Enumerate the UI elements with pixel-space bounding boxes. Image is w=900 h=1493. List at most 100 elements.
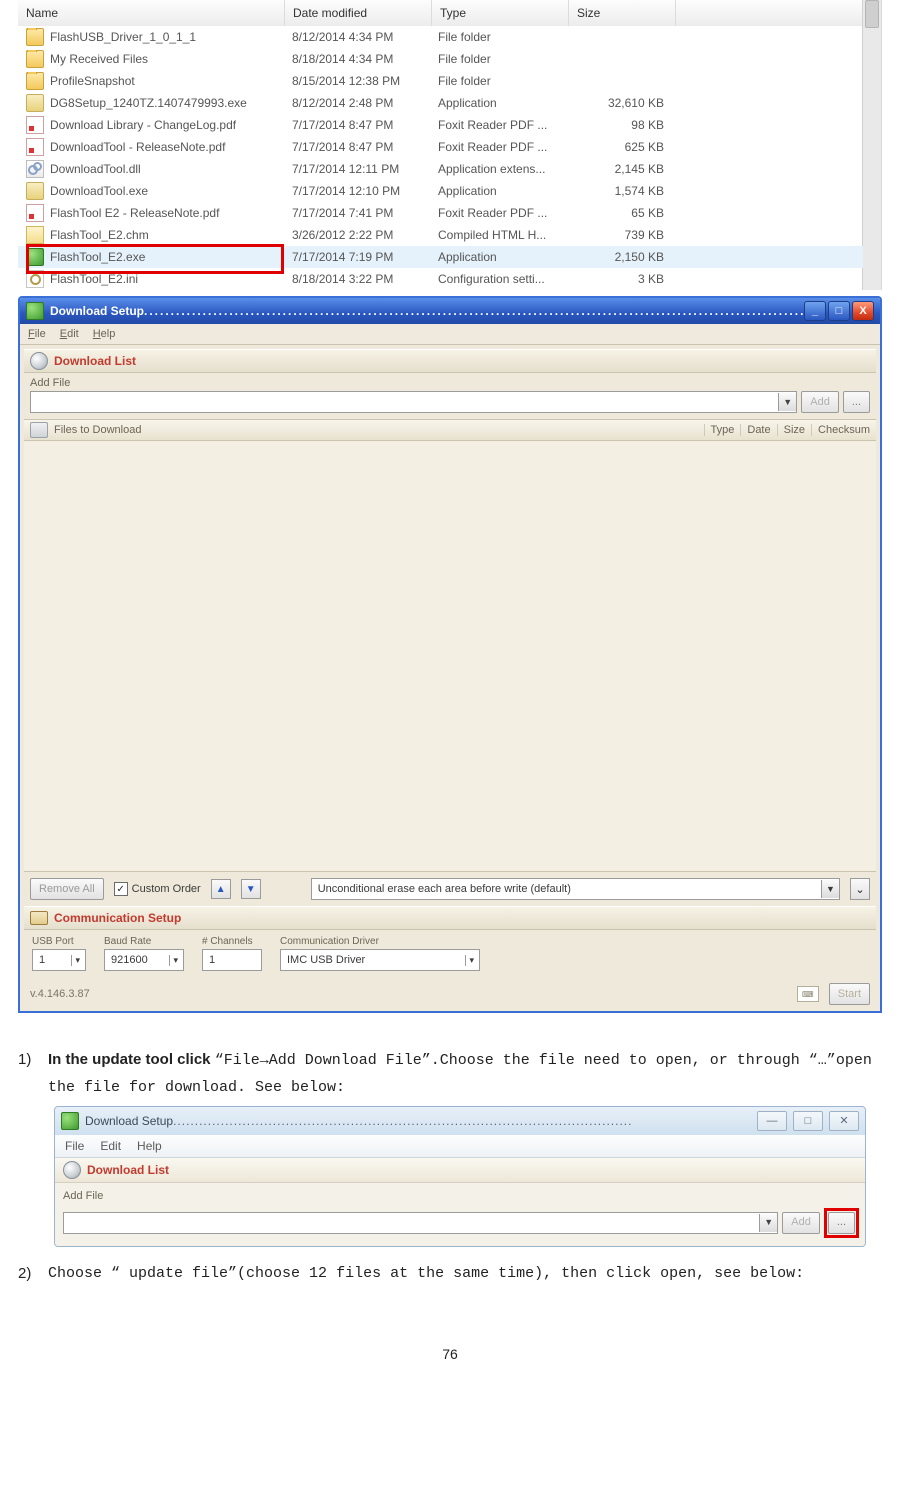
file-name: FlashTool E2 - ReleaseNote.pdf — [50, 206, 219, 220]
menu-file[interactable]: File — [65, 1136, 84, 1156]
page-number: 76 — [18, 1346, 882, 1362]
step-1: 1) In the update tool click “File→Add Do… — [18, 1047, 882, 1100]
file-date: 7/17/2014 12:11 PM — [284, 162, 430, 176]
menubar: File Edit Help — [20, 324, 880, 345]
close-button[interactable]: ✕ — [829, 1111, 859, 1131]
col-header-type[interactable]: Type — [432, 0, 569, 26]
file-name: FlashUSB_Driver_1_0_1_1 — [50, 30, 196, 44]
file-row[interactable]: DownloadTool.exe7/17/2014 12:10 PMApplic… — [18, 180, 863, 202]
minimize-button[interactable]: _ — [804, 301, 826, 321]
addfile-combo[interactable]: ▼ — [63, 1212, 778, 1234]
col-header-size[interactable]: Size — [569, 0, 676, 26]
title-dots: ........................................… — [144, 304, 804, 318]
file-type: Compiled HTML H... — [430, 228, 566, 242]
file-icon — [26, 204, 44, 222]
file-icon — [26, 160, 44, 178]
file-type: Foxit Reader PDF ... — [430, 206, 566, 220]
file-row[interactable]: DG8Setup_1240TZ.1407479993.exe8/12/2014 … — [18, 92, 863, 114]
col-header-date[interactable]: Date modified — [285, 0, 432, 26]
driver-select[interactable]: IMC USB Driver▾ — [280, 949, 480, 971]
file-size: 2,150 KB — [566, 250, 682, 264]
explorer-window: Name Date modified Type Size FlashUSB_Dr… — [18, 0, 882, 290]
file-icon — [26, 270, 44, 288]
file-row[interactable]: FlashTool_E2.ini8/18/2014 3:22 PMConfigu… — [18, 268, 863, 290]
file-type: File folder — [430, 52, 566, 66]
minimize-button[interactable]: — — [757, 1111, 787, 1131]
file-row[interactable]: FlashTool_E2.exe7/17/2014 7:19 PMApplica… — [18, 246, 863, 268]
channels-field: # Channels 1 — [202, 936, 262, 971]
file-row[interactable]: Download Library - ChangeLog.pdf 7/17/201… — [18, 114, 863, 136]
keyboard-icon[interactable]: ⌨ — [797, 986, 819, 1002]
flh-type[interactable]: Type — [704, 424, 741, 436]
flh-date[interactable]: Date — [740, 424, 776, 436]
file-row[interactable]: My Received Files8/18/2014 4:34 PMFile f… — [18, 48, 863, 70]
drive-icon — [30, 422, 48, 438]
list-toolbar: Remove All ✓Custom Order ▲ ▼ Uncondition… — [24, 872, 876, 906]
browse-button[interactable]: ... — [828, 1212, 855, 1234]
file-type: Configuration setti... — [430, 272, 566, 286]
disc-icon — [63, 1161, 81, 1179]
version-label: v.4.146.3.87 — [30, 988, 90, 1000]
usb-port-field: USB Port 1▾ — [32, 936, 86, 971]
file-name: DownloadTool.dll — [50, 162, 141, 176]
channels-input[interactable]: 1 — [202, 949, 262, 971]
menu-help[interactable]: Help — [137, 1136, 162, 1156]
menu-edit[interactable]: Edit — [100, 1136, 121, 1156]
titlebar[interactable]: Download Setup .........................… — [55, 1107, 865, 1135]
flh-size[interactable]: Size — [777, 424, 811, 436]
browse-button[interactable]: ... — [843, 391, 870, 413]
baud-rate-field: Baud Rate 921600▾ — [104, 936, 184, 971]
file-date: 7/17/2014 7:19 PM — [284, 250, 430, 264]
move-down-button[interactable]: ▼ — [241, 879, 261, 899]
files-list-body — [24, 441, 876, 872]
file-icon — [26, 116, 44, 134]
move-up-button[interactable]: ▲ — [211, 879, 231, 899]
driver-field: Communication Driver IMC USB Driver▾ — [280, 936, 480, 971]
options-button[interactable]: ⌄ — [850, 878, 870, 900]
titlebar[interactable]: Download Setup .........................… — [20, 298, 880, 324]
addfile-combo[interactable]: ▼ — [30, 391, 797, 413]
app-icon — [26, 302, 44, 320]
file-date: 8/15/2014 12:38 PM — [284, 74, 430, 88]
file-type: Application — [430, 96, 566, 110]
addfile-label: Add File — [24, 373, 876, 391]
close-button[interactable]: X — [852, 301, 874, 321]
baud-rate-select[interactable]: 921600▾ — [104, 949, 184, 971]
file-size: 739 KB — [566, 228, 682, 242]
file-row[interactable]: ProfileSnapshot8/15/2014 12:38 PMFile fo… — [18, 70, 863, 92]
scrollbar-vertical[interactable] — [862, 0, 881, 290]
file-type: Application extens... — [430, 162, 566, 176]
add-button[interactable]: Add — [801, 391, 839, 413]
start-button[interactable]: Start — [829, 983, 870, 1005]
maximize-button[interactable]: □ — [828, 301, 850, 321]
add-button[interactable]: Add — [782, 1212, 820, 1234]
highlight-browse: ... — [824, 1208, 859, 1238]
erase-mode-combo[interactable]: Unconditional erase each area before wri… — [311, 878, 840, 900]
file-row[interactable]: DownloadTool - ReleaseNote.pdf7/17/2014 … — [18, 136, 863, 158]
menu-edit[interactable]: Edit — [60, 328, 79, 340]
file-size: 2,145 KB — [566, 162, 682, 176]
file-date: 7/17/2014 8:47 PM — [284, 118, 430, 132]
col-header-name[interactable]: Name — [18, 0, 285, 26]
file-date: 7/17/2014 7:41 PM — [284, 206, 430, 220]
custom-order-checkbox[interactable]: ✓Custom Order — [114, 882, 201, 896]
remove-all-button[interactable]: Remove All — [30, 878, 104, 900]
statusbar: v.4.146.3.87 ⌨ Start — [24, 981, 876, 1009]
file-name: Download Library - ChangeLog.pdf — [50, 118, 236, 132]
file-name: DownloadTool - ReleaseNote.pdf — [50, 140, 225, 154]
file-icon — [26, 94, 44, 112]
file-type: Application — [430, 184, 566, 198]
usb-port-select[interactable]: 1▾ — [32, 949, 86, 971]
file-icon — [26, 72, 44, 90]
flh-checksum[interactable]: Checksum — [811, 424, 876, 436]
maximize-button[interactable]: □ — [793, 1111, 823, 1131]
file-size: 3 KB — [566, 272, 682, 286]
menu-file[interactable]: File — [28, 328, 46, 340]
scrollbar-thumb[interactable] — [865, 0, 879, 28]
window-title: Download Setup — [85, 1111, 173, 1131]
file-row[interactable]: FlashTool E2 - ReleaseNote.pdf 7/17/2014 … — [18, 202, 863, 224]
file-row[interactable]: FlashTool_E2.chm3/26/2012 2:22 PMCompile… — [18, 224, 863, 246]
file-row[interactable]: FlashUSB_Driver_1_0_1_18/12/2014 4:34 PM… — [18, 26, 863, 48]
menu-help[interactable]: Help — [93, 328, 116, 340]
file-row[interactable]: DownloadTool.dll 7/17/2014 12:11 PMApplic… — [18, 158, 863, 180]
